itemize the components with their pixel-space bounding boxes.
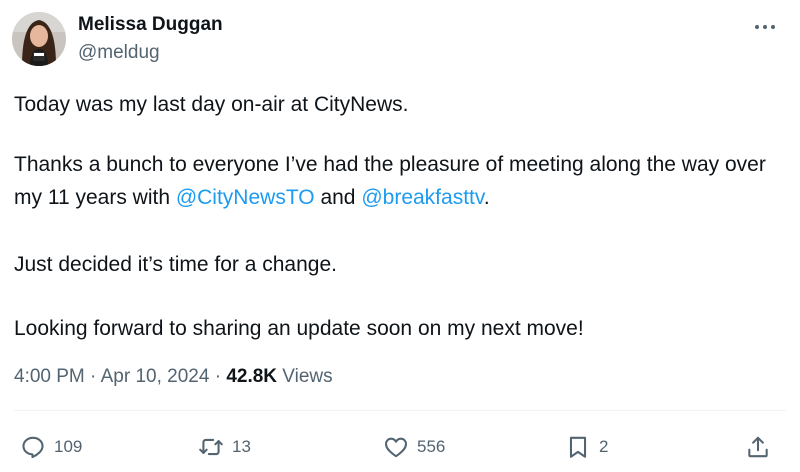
author-name[interactable]: Melissa Duggan [78,14,223,36]
like-button[interactable]: 556 [383,432,445,462]
avatar-photo [12,12,66,66]
tweet-date-link[interactable]: Apr 10, 2024 [101,366,210,387]
tweet-meta: 4:00 PM · Apr 10, 2024 · 42.8K Views [14,366,333,388]
share-button[interactable] [745,432,771,462]
reply-bubble-icon [22,436,44,459]
tweet-text-segment: and [314,186,362,209]
tweet-time-link[interactable]: 4:00 PM [14,366,85,387]
tweet-text-line-4: Looking forward to sharing an update soo… [14,317,584,340]
bookmark-count: 2 [599,437,609,456]
meta-separator: · [209,366,227,387]
share-upload-icon [748,436,768,458]
like-count: 556 [417,437,446,456]
tweet-text-segment: . [483,186,490,209]
repost-arrows-icon [199,438,223,456]
reply-button[interactable]: 109 [20,432,82,462]
reply-count: 109 [54,437,83,456]
tweet-text-paragraph-2: Thanks a bunch to everyone I’ve had the … [14,148,784,214]
mention-breakfasttv-link[interactable]: @breakfasttv [361,186,483,209]
views-count[interactable]: 42.8K [226,366,277,387]
bookmark-icon [569,436,587,458]
repost-button[interactable]: 13 [198,432,251,462]
tweet-text-line-3: Just decided it’s time for a change. [14,253,337,276]
bookmark-button[interactable]: 2 [565,432,608,462]
more-dots-icon[interactable] [752,14,778,40]
heart-icon [385,437,407,458]
views-label: Views [277,366,333,387]
avatar[interactable] [12,12,66,66]
mention-citynewsto-link[interactable]: @CityNewsTO [176,186,315,209]
meta-separator: · [84,366,101,387]
tweet-text-line-1: Today was my last day on-air at CityNews… [14,93,409,116]
author-handle[interactable]: @meldug [78,42,160,64]
divider [14,410,786,411]
repost-count: 13 [232,437,251,456]
